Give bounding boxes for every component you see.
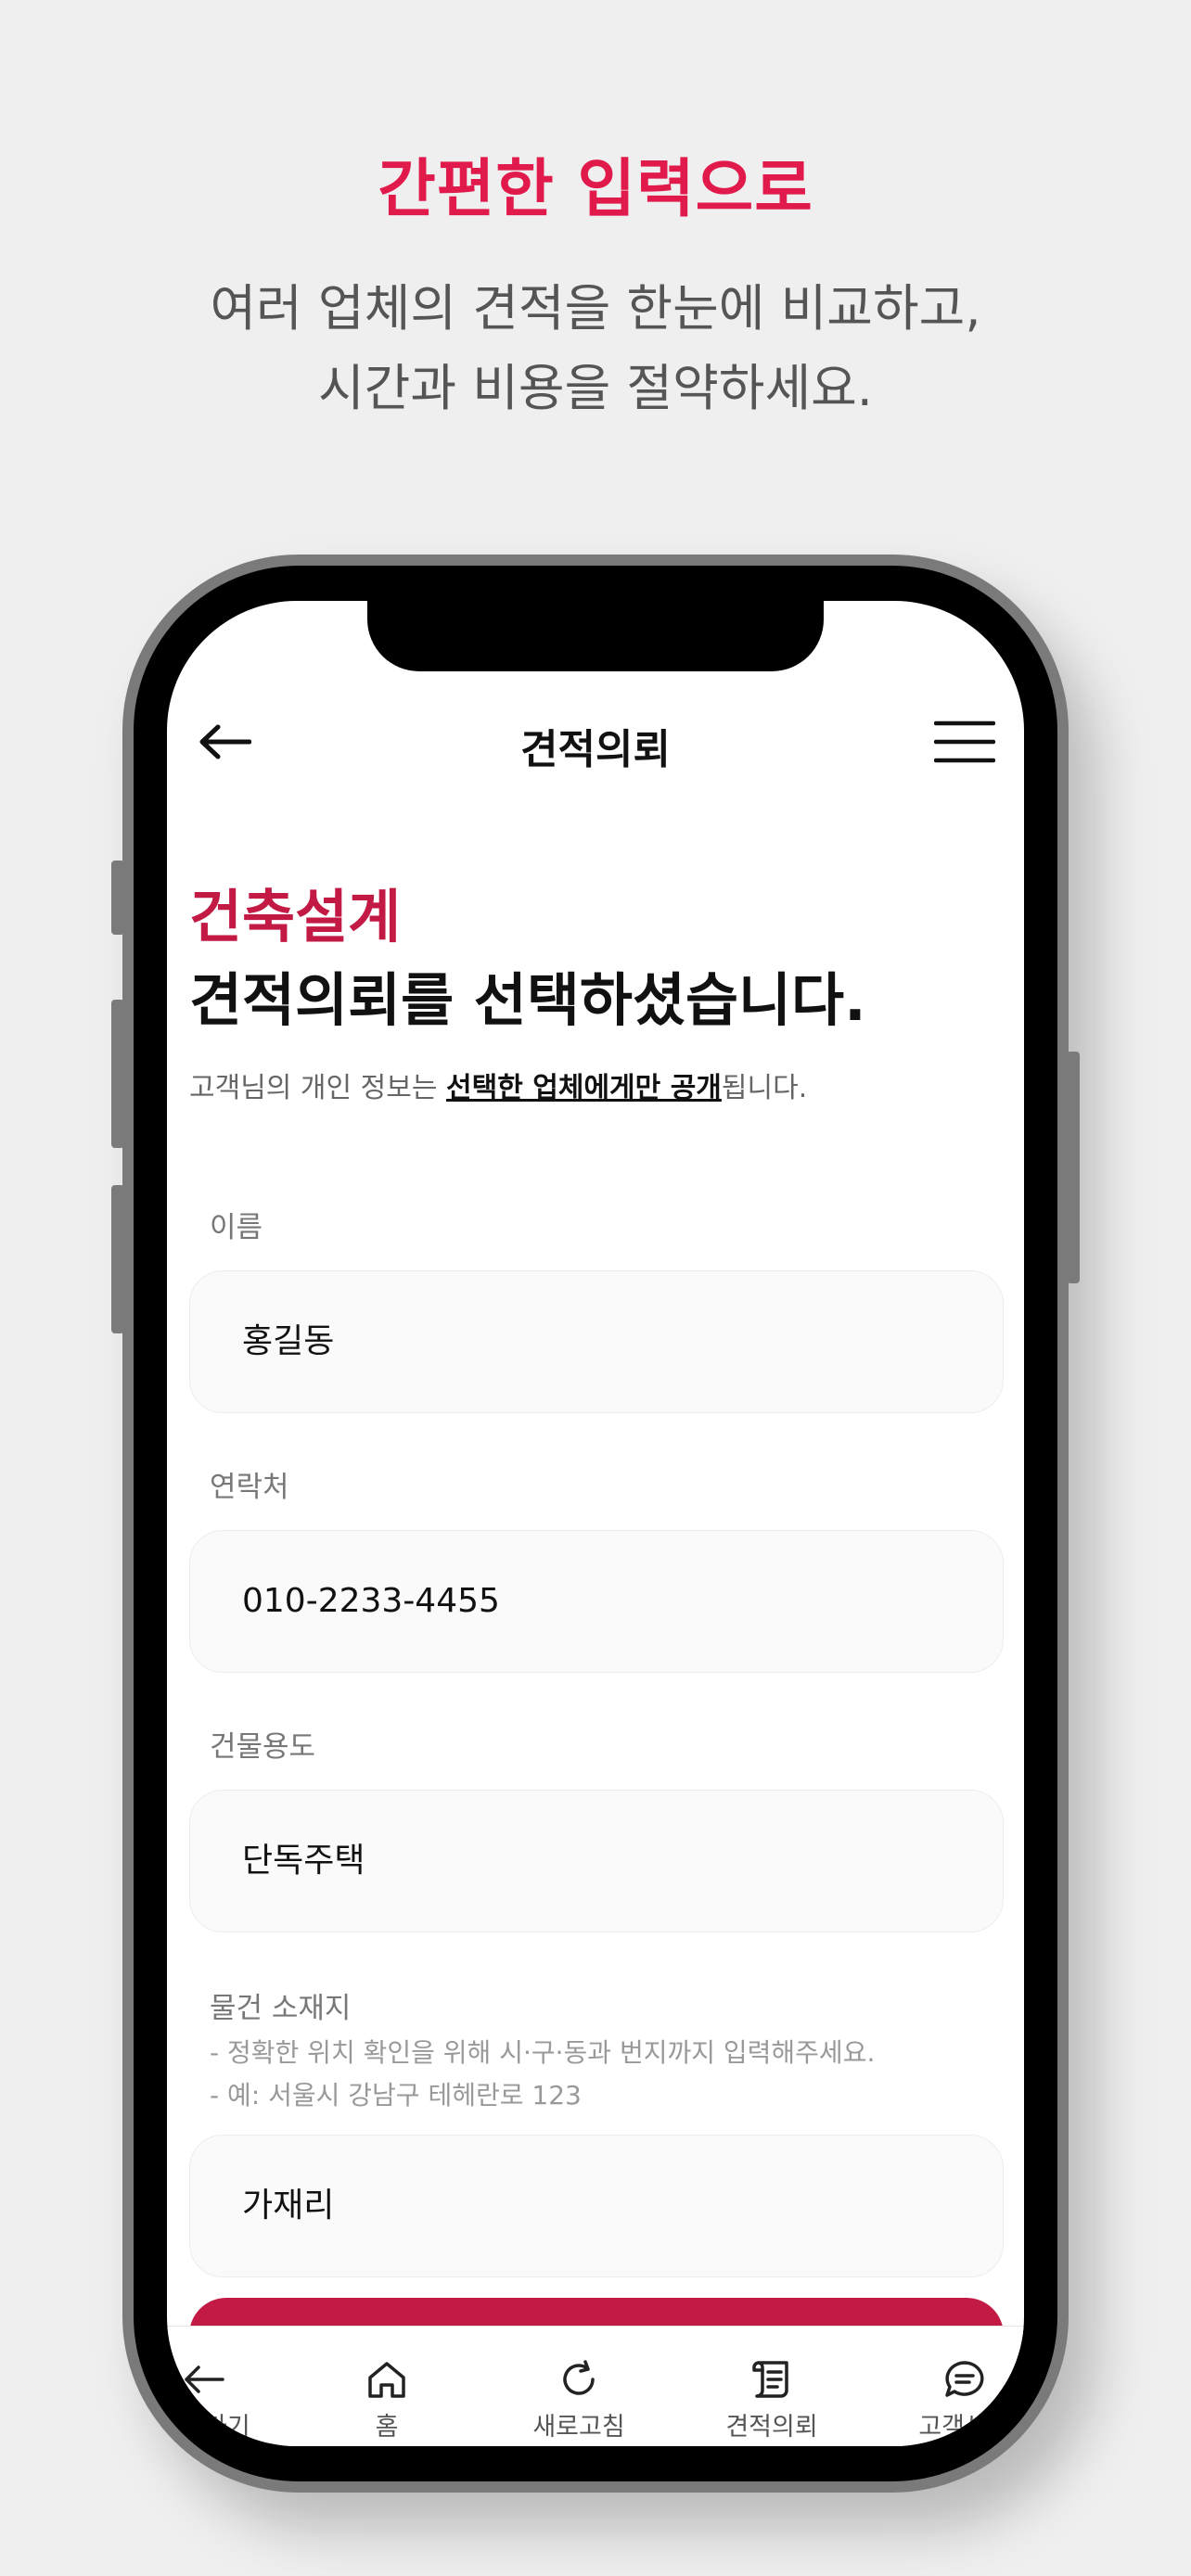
tab-refresh[interactable]: 새로고침 xyxy=(486,2327,672,2446)
tab-label: 고객센터 xyxy=(918,2413,1011,2442)
promo-title: 간편한 입력으로 xyxy=(378,153,813,226)
location-field[interactable]: 가재리 xyxy=(189,2135,1004,2277)
menu-button[interactable] xyxy=(931,708,998,775)
privacy-notice-prefix: 고객님의 개인 정보는 xyxy=(189,1072,447,1104)
name-field[interactable]: 홍길동 xyxy=(189,1270,1004,1413)
building-use-field[interactable]: 단독주택 xyxy=(189,1790,1004,1932)
phone-volume-down-button xyxy=(111,1185,124,1333)
building-use-label: 건물용도 xyxy=(210,1730,316,1764)
refresh-icon xyxy=(563,2360,595,2395)
service-category: 건축설계 xyxy=(189,883,402,950)
tab-label: 뒤로가기 xyxy=(167,2413,250,2442)
phone-notch xyxy=(367,601,824,671)
tab-label: 새로고침 xyxy=(532,2413,625,2442)
privacy-notice-emphasis: 선택한 업체에게만 공개 xyxy=(446,1072,722,1104)
phone-mute-switch xyxy=(111,861,124,935)
tab-home[interactable]: 홈 xyxy=(294,2327,480,2446)
privacy-notice-suffix: 됩니다. xyxy=(721,1072,808,1104)
location-hint-2: - 예: 서울시 강남구 테헤란로 123 xyxy=(210,2080,582,2111)
page-title: 견적의뢰 xyxy=(520,726,671,773)
location-label: 물건 소재지 xyxy=(210,1992,352,2025)
arrow-left-icon xyxy=(185,2366,224,2393)
promo-subtitle-line2: 시간과 비용을 절약하세요. xyxy=(318,359,873,417)
home-icon xyxy=(368,2362,405,2398)
location-hint-1: - 정확한 위치 확인을 위해 시·구·동과 번지까지 입력해주세요. xyxy=(210,2037,876,2068)
phone-frame: 견적의뢰 건축설계 견적의뢰를 선택하셨습니다. 고객님의 개인 정보는 선택한… xyxy=(111,555,1080,2493)
promo-subtitle: 여러 업체의 견적을 한눈에 비교하고, 시간과 비용을 절약하세요. xyxy=(0,269,1191,428)
promo-subtitle-line1: 여러 업체의 견적을 한눈에 비교하고, xyxy=(210,279,981,338)
privacy-notice: 고객님의 개인 정보는 선택한 업체에게만 공개됩니다. xyxy=(189,1065,807,1105)
phone-volume-up-button xyxy=(111,1000,124,1148)
tab-customer-center[interactable]: 고객센터 xyxy=(872,2327,1024,2446)
tab-quote-request[interactable]: 견적의뢰 xyxy=(679,2327,864,2446)
tab-label: 홈 xyxy=(375,2413,399,2442)
scroll-document-icon xyxy=(752,2361,788,2398)
tab-back[interactable]: 뒤로가기 xyxy=(167,2327,297,2446)
contact-label: 연락처 xyxy=(210,1471,289,1504)
form-headline: 견적의뢰를 선택하셨습니다. xyxy=(189,966,866,1034)
phone-power-button xyxy=(1067,1052,1080,1283)
hamburger-menu-icon xyxy=(934,721,995,763)
name-label: 이름 xyxy=(210,1211,263,1244)
phone-screen: 견적의뢰 건축설계 견적의뢰를 선택하셨습니다. 고객님의 개인 정보는 선택한… xyxy=(167,601,1024,2446)
chat-bubble-icon xyxy=(945,2361,984,2397)
bottom-tab-bar: 뒤로가기 홈 새로고침 견적의뢰 고객센터 xyxy=(167,2326,1024,2446)
tab-label: 견적의뢰 xyxy=(725,2413,818,2442)
contact-field[interactable]: 010-2233-4455 xyxy=(189,1530,1004,1673)
app-header: 견적의뢰 xyxy=(167,690,1024,792)
